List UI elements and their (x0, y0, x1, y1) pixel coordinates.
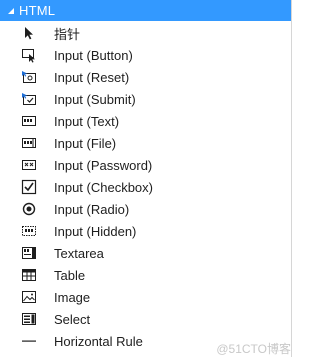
toolbox-item-label: Input (Reset) (54, 69, 130, 85)
radio-icon (21, 201, 37, 217)
horizontal-rule-icon (21, 333, 37, 349)
toolbox-item-list: 指针 Input (Button) Input (Reset) Input (S… (0, 22, 291, 352)
toolbox-item-input-hidden[interactable]: Input (Hidden) (0, 220, 291, 242)
toolbox-item-label: Input (File) (54, 135, 117, 151)
toolbox-item-label: Input (Hidden) (54, 223, 137, 239)
textarea-icon (21, 245, 37, 261)
toolbox-item-label: 指针 (54, 26, 81, 42)
input-reset-icon (21, 69, 37, 85)
toolbox-item-label: Select (54, 311, 91, 327)
input-button-icon (21, 47, 37, 63)
toolbox-item-label: Input (Submit) (54, 91, 136, 107)
table-icon (21, 267, 37, 283)
input-password-icon (21, 157, 37, 173)
toolbox-item-label: Input (Password) (54, 157, 153, 173)
watermark: @51CTO博客 (216, 342, 291, 356)
input-text-icon (21, 113, 37, 129)
toolbox-item-input-text[interactable]: Input (Text) (0, 110, 291, 132)
toolbox-group-header[interactable]: HTML (0, 0, 291, 21)
toolbox-item-label: Textarea (54, 245, 104, 261)
toolbox-item-input-file[interactable]: Input (File) (0, 132, 291, 154)
toolbox-item-table[interactable]: Table (0, 264, 291, 286)
toolbox-item-input-radio[interactable]: Input (Radio) (0, 198, 291, 220)
triangle-down-icon[interactable] (5, 5, 17, 17)
input-hidden-icon (21, 223, 37, 239)
input-submit-icon (21, 91, 37, 107)
toolbox-item-select[interactable]: Select (0, 308, 291, 330)
toolbox-item-input-password[interactable]: Input (Password) (0, 154, 291, 176)
toolbox-item-input-reset[interactable]: Input (Reset) (0, 66, 291, 88)
toolbox-item-input-button[interactable]: Input (Button) (0, 44, 291, 66)
toolbox-group-title: HTML (19, 3, 56, 18)
checkbox-icon (21, 179, 37, 195)
toolbox-item-label: Image (54, 289, 91, 305)
toolbox-item-label: Input (Button) (54, 47, 133, 63)
select-icon (21, 311, 37, 327)
image-icon (21, 289, 37, 305)
toolbox-panel: HTML 指针 Input (Button) Input (Reset) Inp… (0, 0, 292, 357)
toolbox-item-label: Table (54, 267, 86, 283)
toolbox-item-label: Input (Text) (54, 113, 120, 129)
pointer-icon (21, 25, 37, 41)
input-file-icon (21, 135, 37, 151)
toolbox-item-label: Input (Radio) (54, 201, 130, 217)
toolbox-item-pointer[interactable]: 指针 (0, 22, 291, 44)
toolbox-item-label: Input (Checkbox) (54, 179, 153, 195)
toolbox-item-image[interactable]: Image (0, 286, 291, 308)
toolbox-item-label: Horizontal Rule (54, 333, 143, 349)
toolbox-item-input-checkbox[interactable]: Input (Checkbox) (0, 176, 291, 198)
toolbox-item-input-submit[interactable]: Input (Submit) (0, 88, 291, 110)
toolbox-item-textarea[interactable]: Textarea (0, 242, 291, 264)
